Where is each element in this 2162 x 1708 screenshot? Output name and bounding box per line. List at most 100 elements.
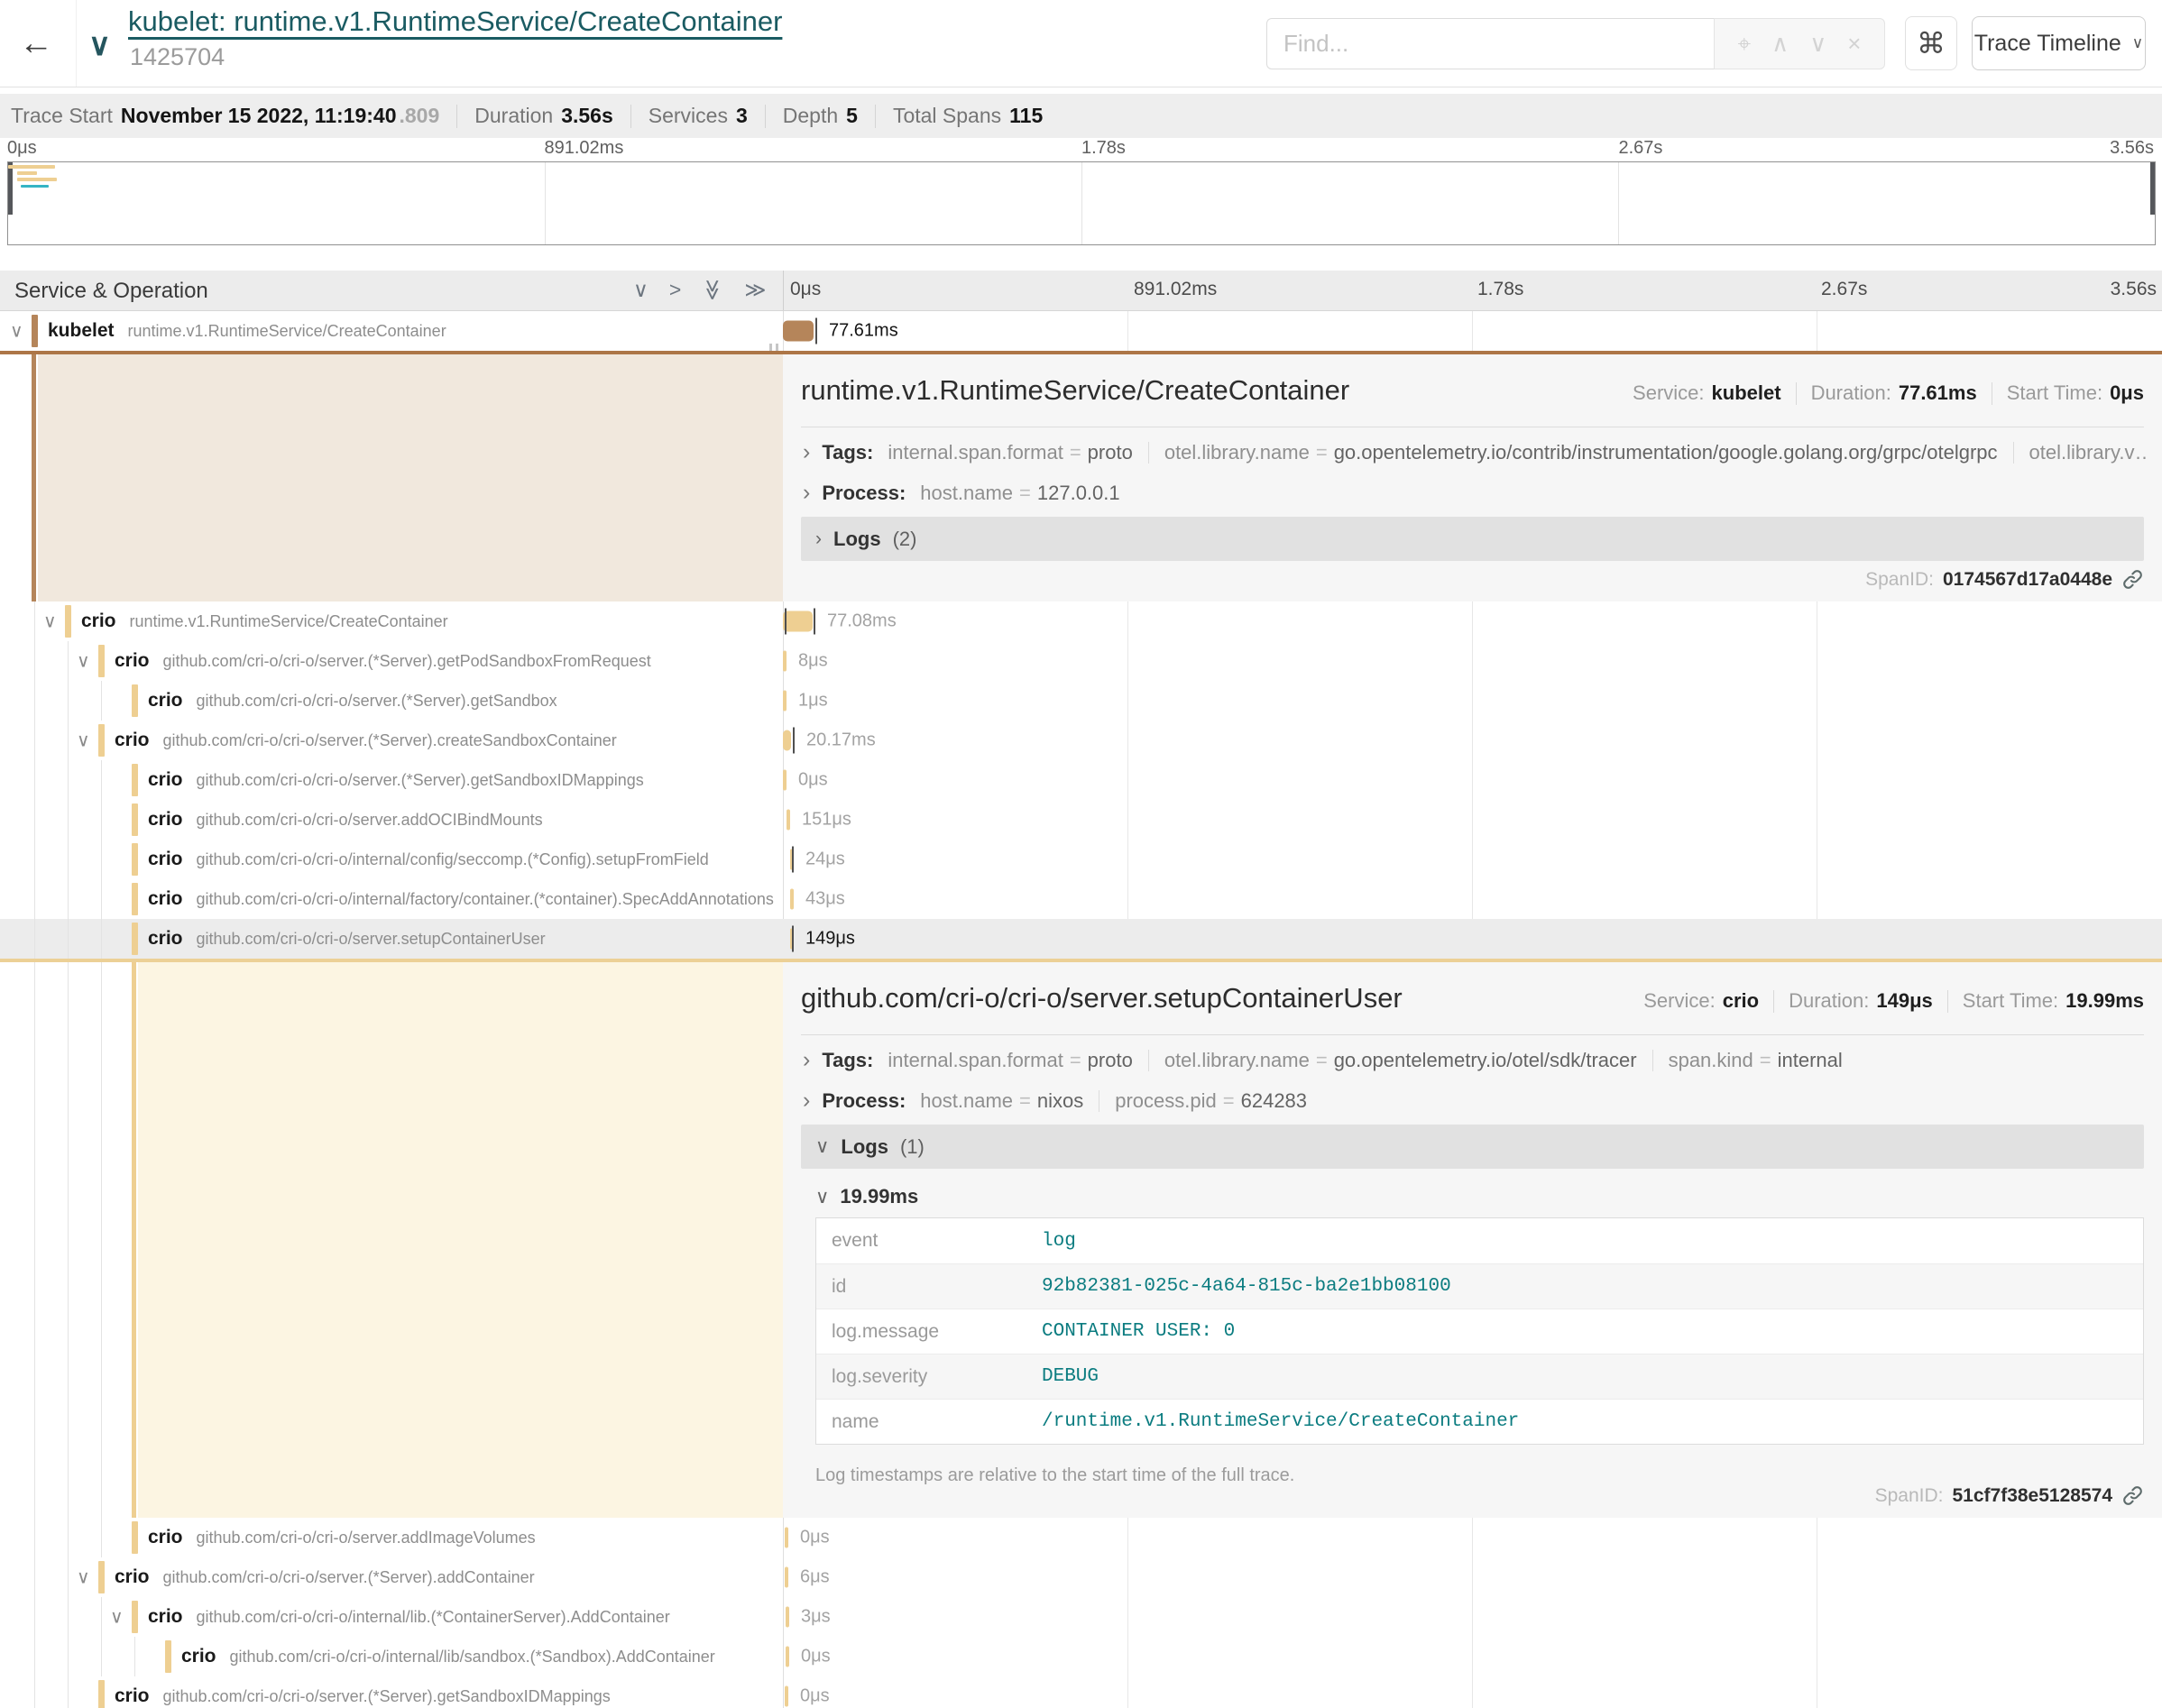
log-entry-header[interactable]: ∨ 19.99ms <box>815 1185 918 1208</box>
next-result-icon[interactable]: ∨ <box>1809 30 1826 58</box>
span-row-left: ∨kubeletruntime.v1.RuntimeService/Create… <box>0 311 783 351</box>
process-row[interactable]: › Process: host.name=nixosprocess.pid=62… <box>803 1088 2148 1114</box>
span-row[interactable]: criogithub.com/cri-o/cri-o/server.addOCI… <box>0 800 2162 840</box>
span-row-left: criogithub.com/cri-o/cri-o/server.(*Serv… <box>0 1676 783 1708</box>
span-row-timeline: 0μs <box>783 1676 2162 1708</box>
trace-collapse-chevron-icon[interactable]: ∨ <box>88 27 111 63</box>
tags-row[interactable]: › Tags: internal.span.format=protootel.l… <box>803 1047 2148 1073</box>
copy-link-icon[interactable] <box>2121 568 2144 591</box>
span-duration-bar[interactable] <box>783 730 791 751</box>
span-detail-meta: Service:kubelet Duration:77.61ms Start T… <box>1633 381 2144 405</box>
tag-value: proto <box>1088 441 1133 464</box>
indent-guide <box>134 1637 135 1676</box>
operation-name: github.com/cri-o/cri-o/server.(*Server).… <box>163 1687 611 1706</box>
collapse-all-icon[interactable]: ≫ <box>701 279 725 300</box>
span-row[interactable]: criogithub.com/cri-o/cri-o/server.(*Serv… <box>0 760 2162 800</box>
trace-title-link[interactable]: kubelet: runtime.v1.RuntimeService/Creat… <box>128 5 782 38</box>
meta-start-label: Start Time: <box>2007 381 2102 405</box>
detail-panel-left-gutter <box>0 962 783 1518</box>
span-id-row: SpanID: 0174567d17a0448e <box>1865 568 2144 591</box>
back-button[interactable]: ← <box>11 18 61 69</box>
logs-accordion[interactable]: › Logs (2) <box>801 517 2144 561</box>
span-duration-bar[interactable] <box>783 611 813 632</box>
expand-chevron-icon[interactable]: ∨ <box>43 611 57 633</box>
span-duration-bar[interactable] <box>790 889 794 910</box>
minimap-span <box>17 171 37 175</box>
expand-chevron-icon[interactable]: ∨ <box>110 1606 124 1629</box>
expand-one-icon[interactable]: > <box>669 278 681 302</box>
expand-chevron-icon[interactable]: ∨ <box>77 730 90 752</box>
tag-equals: = <box>1760 1049 1771 1072</box>
span-row[interactable]: ∨kubeletruntime.v1.RuntimeService/Create… <box>0 311 2162 351</box>
span-row-timeline: 3μs <box>783 1597 2162 1637</box>
copy-link-icon[interactable] <box>2121 1484 2144 1507</box>
viewport-left-handle[interactable] <box>8 162 13 215</box>
span-row-text: crioruntime.v1.RuntimeService/CreateCont… <box>81 601 783 641</box>
span-row-text: criogithub.com/cri-o/cri-o/internal/lib.… <box>148 1597 783 1637</box>
minimap-canvas[interactable] <box>7 161 2156 245</box>
span-duration-bar[interactable] <box>783 770 787 791</box>
indent-guide <box>34 1557 35 1597</box>
timeline-tick: 2.67s <box>1815 279 1867 300</box>
prev-result-icon[interactable]: ∧ <box>1771 30 1789 58</box>
span-detail-title: github.com/cri-o/cri-o/server.setupConta… <box>801 982 1403 1015</box>
tag-value: go.opentelemetry.io/contrib/instrumentat… <box>1334 441 1998 464</box>
service-name: crio <box>148 809 183 831</box>
span-duration-bar[interactable] <box>785 1686 788 1707</box>
span-row[interactable]: criogithub.com/cri-o/cri-o/internal/fact… <box>0 879 2162 919</box>
expand-chevron-icon[interactable]: ∨ <box>77 1566 90 1589</box>
collapse-one-icon[interactable]: ∨ <box>633 278 649 302</box>
span-row[interactable]: criogithub.com/cri-o/cri-o/internal/lib/… <box>0 1637 2162 1676</box>
chevron-right-icon: › <box>803 1047 810 1073</box>
locate-icon[interactable]: ⌖ <box>1738 30 1752 59</box>
indent-guide <box>34 962 35 1518</box>
span-duration-bar[interactable] <box>785 1567 788 1588</box>
logs-count: (1) <box>900 1135 925 1159</box>
span-row[interactable]: ∨ crioruntime.v1.RuntimeService/CreateCon… <box>0 601 2162 641</box>
span-row[interactable]: ∨criogithub.com/cri-o/cri-o/server.(*Ser… <box>0 1557 2162 1597</box>
tags-row[interactable]: › Tags: internal.span.format=protootel.l… <box>803 439 2148 465</box>
logs-accordion[interactable]: ∨ Logs (1) <box>801 1125 2144 1169</box>
find-input[interactable] <box>1266 18 1714 69</box>
span-duration-bar[interactable] <box>783 321 814 342</box>
span-detail-panel-kubelet: runtime.v1.RuntimeService/CreateContaine… <box>0 351 2162 601</box>
trace-view-selector[interactable]: Trace Timeline ∨ <box>1972 16 2146 70</box>
span-row-left: criogithub.com/cri-o/cri-o/server.addOCI… <box>0 800 783 840</box>
expand-all-icon[interactable]: ≫ <box>744 278 766 302</box>
span-row[interactable]: criogithub.com/cri-o/cri-o/server.addIma… <box>0 1518 2162 1557</box>
span-duration-bar[interactable] <box>787 810 790 831</box>
tag-value: nixos <box>1037 1089 1083 1113</box>
indent-guide <box>101 681 102 721</box>
expand-chevron-icon[interactable]: ∨ <box>77 650 90 673</box>
tag-item: otel.library.name=go.opentelemetry.io/ot… <box>1164 1049 1637 1072</box>
keyboard-shortcuts-button[interactable]: ⌘ <box>1905 16 1957 70</box>
span-row[interactable]: criogithub.com/cri-o/cri-o/server.(*Serv… <box>0 1676 2162 1708</box>
tag-value: 127.0.0.1 <box>1037 482 1120 505</box>
kv-separator <box>2013 442 2014 464</box>
expand-chevron-icon[interactable]: ∨ <box>10 320 23 343</box>
span-duration-bar[interactable] <box>783 691 787 712</box>
process-row[interactable]: › Process: host.name=127.0.0.1 <box>803 480 2148 506</box>
span-duration-bar[interactable] <box>786 1647 789 1667</box>
span-row-text: criogithub.com/cri-o/cri-o/server.setupC… <box>148 919 783 959</box>
log-marker-tick <box>785 609 787 635</box>
span-duration-bar[interactable] <box>786 1607 789 1628</box>
operation-name: github.com/cri-o/cri-o/server.(*Server).… <box>163 731 617 750</box>
process-list: host.name=127.0.0.1 <box>920 482 1119 505</box>
span-duration-bar[interactable] <box>785 1528 788 1548</box>
viewport-right-handle[interactable] <box>2150 162 2155 215</box>
span-row[interactable]: ∨criogithub.com/cri-o/cri-o/server.(*Ser… <box>0 721 2162 760</box>
span-row[interactable]: criogithub.com/cri-o/cri-o/server.setupC… <box>0 919 2162 959</box>
operation-name: github.com/cri-o/cri-o/server.(*Server).… <box>163 652 651 671</box>
span-row[interactable]: criogithub.com/cri-o/cri-o/server.(*Serv… <box>0 681 2162 721</box>
span-row-text: criogithub.com/cri-o/cri-o/internal/lib/… <box>181 1637 783 1676</box>
indent-guide <box>68 1557 69 1597</box>
clear-search-icon[interactable]: × <box>1847 30 1861 58</box>
span-row[interactable]: ∨ criogithub.com/cri-o/cri-o/internal/lib… <box>0 1597 2162 1637</box>
span-row[interactable]: criogithub.com/cri-o/cri-o/internal/conf… <box>0 840 2162 879</box>
span-row[interactable]: ∨criogithub.com/cri-o/cri-o/server.(*Ser… <box>0 641 2162 681</box>
span-duration-bar[interactable] <box>783 651 787 672</box>
tag-key: internal.span.format <box>888 1049 1063 1072</box>
tag-item: span.kind=internal <box>1669 1049 1843 1072</box>
indent-guide <box>101 800 102 840</box>
